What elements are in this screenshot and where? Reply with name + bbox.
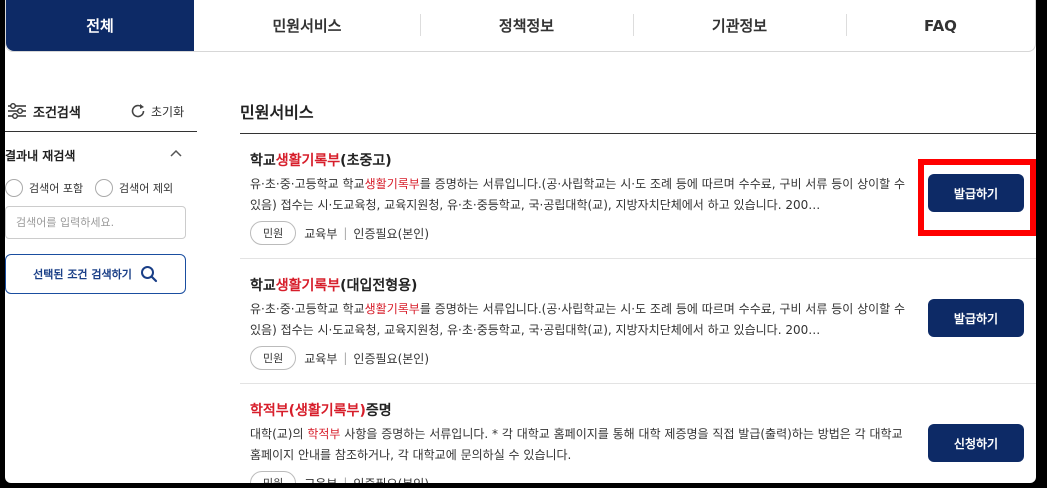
item-auth: 인증필요(본인) xyxy=(353,475,429,484)
screenshot-frame: 전체 민원서비스 정책정보 기관정보 FAQ 조건검색 초기화 결과내 재검색 … xyxy=(0,0,1047,488)
reset-button[interactable]: 초기화 xyxy=(151,103,184,120)
meta-separator: | xyxy=(343,226,348,240)
item-meta: 민원 교육부 | 인증필요(본인) xyxy=(250,471,429,483)
chevron-up-icon[interactable] xyxy=(169,148,183,158)
apply-button[interactable]: 신청하기 xyxy=(928,424,1024,462)
radio-include-label: 검색어 포함 xyxy=(29,182,84,195)
refine-search-input[interactable] xyxy=(5,206,186,239)
item-org: 교육부 xyxy=(304,351,338,366)
list-item: 학교생활기록부(대입전형용) 유·초·중·고등학교 학교생활기록부를 증명하는 … xyxy=(240,259,1036,381)
item-description: 유·초·중·고등학교 학교생활기록부를 증명하는 서류입니다.(공·사립학교는 … xyxy=(250,177,906,212)
meta-separator: | xyxy=(343,351,348,365)
item-tag: 민원 xyxy=(250,346,297,370)
item-description: 대학(교)의 학적부 사항을 증명하는 서류입니다. * 각 대학교 홈페이지를… xyxy=(250,427,903,462)
tab-civil-service[interactable]: 민원서비스 xyxy=(194,0,420,51)
list-item: 학교생활기록부(초중고) 유·초·중·고등학교 학교생활기록부를 증명하는 서류… xyxy=(240,134,1036,256)
search-selected-label: 선택된 조건 검색하기 xyxy=(33,268,132,281)
page-canvas: 전체 민원서비스 정책정보 기관정보 FAQ 조건검색 초기화 결과내 재검색 … xyxy=(5,0,1036,483)
category-tabs: 전체 민원서비스 정책정보 기관정보 FAQ xyxy=(5,0,1036,52)
radio-exclude-circle[interactable] xyxy=(95,179,113,197)
radio-exclude-label: 검색어 제외 xyxy=(119,182,174,195)
search-icon xyxy=(140,266,157,283)
item-org: 교육부 xyxy=(304,226,338,241)
refresh-icon[interactable] xyxy=(130,103,146,119)
sidebar-divider xyxy=(5,131,197,132)
issue-button[interactable]: 발급하기 xyxy=(928,174,1024,212)
item-title[interactable]: 학적부(생활기록부)증명 xyxy=(250,400,392,420)
item-meta: 민원 교육부 | 인증필요(본인) xyxy=(250,346,429,370)
radio-include[interactable]: 검색어 포함 xyxy=(5,178,83,198)
tab-faq[interactable]: FAQ xyxy=(846,0,1035,51)
item-auth: 인증필요(본인) xyxy=(353,351,430,366)
tab-agency-info[interactable]: 기관정보 xyxy=(633,0,846,51)
item-title[interactable]: 학교생활기록부(대입전형용) xyxy=(250,275,417,295)
item-tag: 민원 xyxy=(250,221,297,245)
item-tag: 민원 xyxy=(250,471,297,483)
item-title[interactable]: 학교생활기록부(초중고) xyxy=(250,150,392,170)
item-meta: 민원 교육부 | 인증필요(본인) xyxy=(250,221,429,245)
tab-all[interactable]: 전체 xyxy=(6,0,194,51)
filter-header: 조건검색 초기화 xyxy=(7,100,190,124)
list-item: 학적부(생활기록부)증명 대학(교)의 학적부 사항을 증명하는 서류입니다. … xyxy=(240,384,1036,483)
tab-policy-info[interactable]: 정책정보 xyxy=(420,0,633,51)
meta-separator: | xyxy=(343,476,348,483)
section-title: 민원서비스 xyxy=(240,103,314,122)
issue-button[interactable]: 발급하기 xyxy=(928,299,1024,337)
search-selected-button[interactable]: 선택된 조건 검색하기 xyxy=(5,254,186,294)
item-description: 유·초·중·고등학교 학교생활기록부를 증명하는 서류입니다.(공·사립학교는 … xyxy=(250,302,906,337)
item-auth: 인증필요(본인) xyxy=(353,226,430,241)
filter-title: 조건검색 xyxy=(33,106,81,121)
radio-include-circle[interactable] xyxy=(5,179,23,197)
radio-exclude[interactable]: 검색어 제외 xyxy=(95,178,173,198)
refine-search-title: 결과내 재검색 xyxy=(5,149,76,163)
item-org: 교육부 xyxy=(304,475,337,484)
sliders-icon xyxy=(8,103,26,119)
